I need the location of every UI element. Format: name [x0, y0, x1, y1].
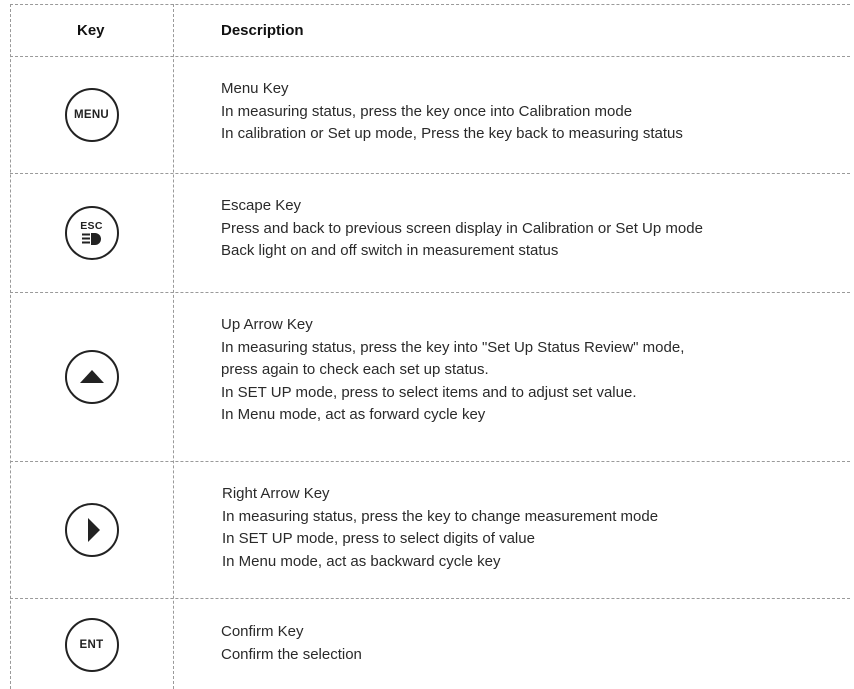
key-label: MENU	[73, 108, 110, 121]
description-line: press again to check each set up status.	[221, 361, 489, 378]
key-cell: ENT	[10, 598, 173, 689]
up-arrow-icon	[79, 369, 104, 383]
key-label: ENT	[79, 639, 104, 651]
description-line: Back light on and off switch in measurem…	[221, 242, 559, 259]
key-title: Up Arrow Key	[221, 316, 313, 333]
description-line: Press and back to previous screen displa…	[221, 219, 703, 237]
table-row: ESC Escape Key Press and back to previou…	[0, 173, 854, 292]
table-row: MENU Menu Key In measuring status, press…	[0, 56, 854, 173]
table-border-top	[10, 4, 850, 5]
up-arrow-key	[64, 349, 119, 404]
esc-backlight-key-icon: ESC	[64, 205, 119, 260]
key-title: Right Arrow Key	[222, 485, 330, 502]
description-line: In Menu mode, act as backward cycle key	[222, 552, 501, 570]
description-line: In measuring status, press the key once …	[221, 102, 633, 120]
description-cell: Menu Key In measuring status, press the …	[221, 78, 683, 146]
right-arrow-key	[64, 502, 119, 557]
key-cell: ESC	[10, 173, 173, 292]
backlight-icon	[81, 232, 101, 245]
description-line: In measuring status, press the key to ch…	[222, 507, 659, 525]
menu-key-icon: MENU	[64, 87, 119, 142]
description-line: Confirm the selection	[221, 645, 362, 663]
key-cell	[10, 292, 173, 461]
description-cell: Confirm Key Confirm the selection	[221, 621, 362, 666]
table-row: ENT Confirm Key Confirm the selection	[0, 598, 854, 689]
header-description: Description	[221, 22, 304, 39]
description-line: In SET UP mode, press to select items an…	[221, 383, 637, 401]
description-line: In measuring status, press the key into …	[221, 338, 685, 356]
key-cell	[10, 461, 173, 598]
description-cell: Up Arrow Key In measuring status, press …	[221, 314, 684, 427]
header-key: Key	[77, 22, 105, 39]
key-title: Escape Key	[221, 197, 302, 214]
table-row: Up Arrow Key In measuring status, press …	[0, 292, 854, 461]
table-row: Right Arrow Key In measuring status, pre…	[0, 461, 854, 598]
description-cell: Right Arrow Key In measuring status, pre…	[222, 483, 658, 573]
right-arrow-icon	[87, 517, 100, 542]
description-cell: Escape Key Press and back to previous sc…	[221, 195, 703, 263]
enter-key-icon: ENT	[64, 618, 119, 672]
key-label: ESC	[80, 219, 103, 232]
description-line: In calibration or Set up mode, Press the…	[221, 125, 683, 142]
key-cell: MENU	[10, 56, 173, 173]
description-line: In SET UP mode, press to select digits o…	[222, 530, 535, 547]
key-title: Confirm Key	[221, 623, 304, 640]
key-title: Menu Key	[221, 80, 289, 97]
description-line: In Menu mode, act as forward cycle key	[221, 406, 486, 423]
